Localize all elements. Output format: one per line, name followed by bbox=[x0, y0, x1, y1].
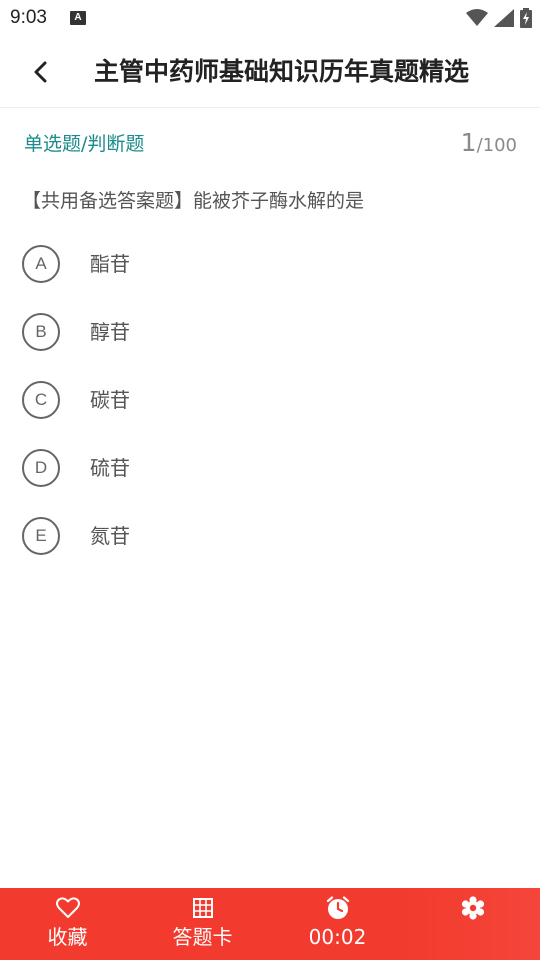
back-button[interactable] bbox=[22, 54, 58, 90]
option-d[interactable]: D 硫苷 bbox=[22, 449, 518, 517]
favorite-label: 收藏 bbox=[47, 925, 88, 949]
option-b[interactable]: B 醇苷 bbox=[22, 313, 518, 381]
question-current-number: 1 bbox=[460, 128, 477, 157]
status-icons bbox=[466, 6, 532, 30]
question-total: /100 bbox=[476, 135, 517, 156]
option-letter: B bbox=[22, 313, 60, 351]
settings-button[interactable] bbox=[405, 888, 540, 960]
option-text: 碳苷 bbox=[90, 388, 130, 412]
option-letter: C bbox=[22, 381, 60, 419]
bottom-toolbar: 收藏 答题卡 00:02 bbox=[0, 888, 540, 960]
question-text: 【共用备选答案题】能被芥子酶水解的是 bbox=[22, 190, 365, 212]
header: 主管中药师基础知识历年真题精选 bbox=[0, 36, 540, 108]
option-text: 酯苷 bbox=[90, 252, 130, 276]
battery-charging-icon bbox=[520, 8, 532, 28]
answer-options: A 酯苷 B 醇苷 C 碳苷 D 硫苷 E 氮苷 bbox=[22, 245, 518, 585]
timer-value: 00:02 bbox=[308, 925, 367, 949]
option-letter: E bbox=[22, 517, 60, 555]
status-bar: 9:03 A bbox=[0, 0, 540, 36]
notification-icon: A bbox=[70, 11, 86, 25]
favorite-button[interactable]: 收藏 bbox=[0, 888, 135, 960]
gear-icon bbox=[461, 896, 484, 920]
timer-button[interactable]: 00:02 bbox=[270, 888, 405, 960]
option-e[interactable]: E 氮苷 bbox=[22, 517, 518, 585]
status-time: 9:03 bbox=[10, 7, 47, 28]
wifi-icon bbox=[466, 9, 488, 26]
answer-card-label: 答题卡 bbox=[172, 925, 233, 949]
option-text: 硫苷 bbox=[90, 456, 130, 480]
option-c[interactable]: C 碳苷 bbox=[22, 381, 518, 449]
question-progress: 1/100 bbox=[461, 128, 517, 157]
option-text: 醇苷 bbox=[90, 320, 130, 344]
page-title: 主管中药师基础知识历年真题精选 bbox=[94, 57, 470, 86]
option-text: 氮苷 bbox=[90, 524, 130, 548]
clock-icon bbox=[326, 896, 349, 919]
signal-icon bbox=[494, 9, 514, 27]
grid-icon bbox=[192, 898, 213, 918]
chevron-left-icon bbox=[34, 61, 47, 83]
heart-icon bbox=[55, 897, 80, 918]
option-letter: A bbox=[22, 245, 60, 283]
option-letter: D bbox=[22, 449, 60, 487]
answer-card-button[interactable]: 答题卡 bbox=[135, 888, 270, 960]
option-a[interactable]: A 酯苷 bbox=[22, 245, 518, 313]
question-type-label: 单选题/判断题 bbox=[24, 133, 145, 155]
